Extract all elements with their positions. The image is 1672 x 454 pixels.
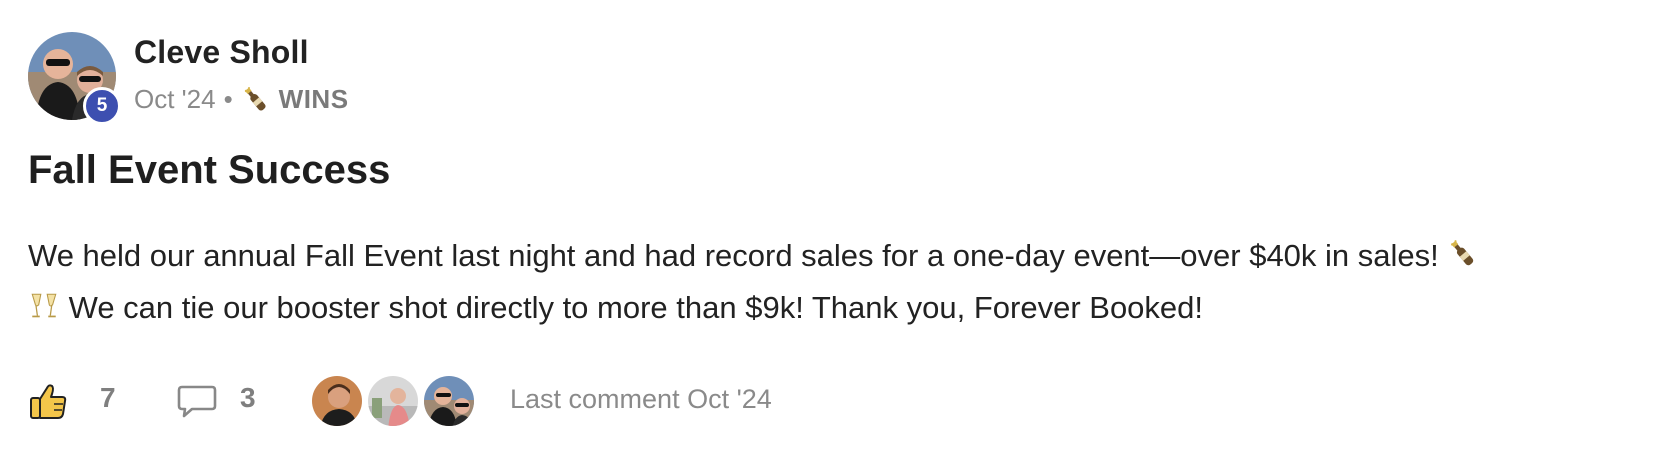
participant-avatars — [310, 374, 490, 430]
champagne-bottle-icon — [241, 85, 271, 115]
post-title[interactable]: Fall Event Success — [28, 148, 390, 193]
participant-avatar-1[interactable] — [310, 374, 364, 428]
post-meta: Oct '24 • WINS — [134, 84, 349, 115]
comment-bubble-icon[interactable] — [176, 382, 218, 422]
participant-avatar-2[interactable] — [366, 374, 420, 428]
participant-avatar-3[interactable] — [422, 374, 476, 428]
post-body-line2: We can tie our booster shot directly to … — [68, 290, 1204, 325]
champagne-bottle-icon — [1447, 234, 1479, 266]
level-badge: 5 — [83, 87, 121, 125]
post-date[interactable]: Oct '24 — [134, 84, 216, 115]
post-body: We held our annual Fall Event last night… — [28, 230, 1648, 334]
author-avatar-wrap[interactable]: 5 — [28, 32, 121, 125]
post-card: 5 Cleve Sholl Oct '24 • WINS Fall Event … — [0, 0, 1672, 454]
like-count: 7 — [100, 382, 116, 413]
author-name[interactable]: Cleve Sholl — [134, 34, 309, 71]
thumbs-up-icon[interactable] — [28, 380, 70, 422]
post-footer: 7 3 Last comment Oct '24 — [28, 374, 1628, 428]
category-link[interactable]: WINS — [279, 84, 349, 115]
last-comment-date[interactable]: Last comment Oct '24 — [510, 384, 772, 415]
meta-separator: • — [223, 84, 233, 114]
comment-count: 3 — [240, 382, 256, 413]
clinking-glasses-icon — [28, 286, 60, 318]
post-body-line1: We held our annual Fall Event last night… — [28, 238, 1439, 273]
